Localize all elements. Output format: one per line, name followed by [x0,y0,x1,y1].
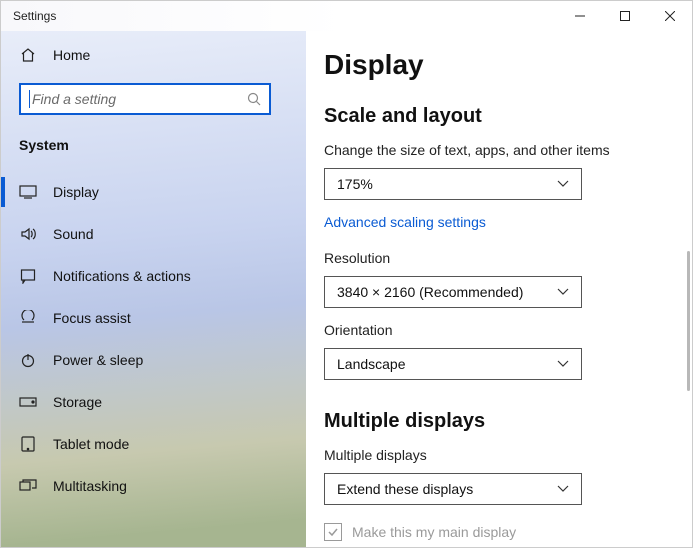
titlebar: Settings [1,1,692,31]
settings-window: Settings Home [0,0,693,548]
search-input[interactable] [19,83,271,115]
section-heading-scale: Scale and layout [324,105,664,128]
sidebar: Home System Display [1,31,306,547]
sidebar-item-label: Focus assist [53,310,131,326]
sidebar-item-label: Display [53,184,99,200]
main-display-checkbox [324,523,342,541]
sidebar-item-tablet-mode[interactable]: Tablet mode [1,423,306,465]
sidebar-item-power-sleep[interactable]: Power & sleep [1,339,306,381]
multitasking-icon [19,479,37,493]
sidebar-item-multitasking[interactable]: Multitasking [1,465,306,507]
main-display-checkbox-label: Make this my main display [352,524,516,540]
nav-home-label: Home [53,47,90,63]
sidebar-item-label: Storage [53,394,102,410]
home-icon [19,47,37,63]
text-size-label: Change the size of text, apps, and other… [324,142,664,158]
sidebar-item-label: Notifications & actions [53,268,191,284]
chevron-down-icon [557,180,569,188]
nav-home[interactable]: Home [1,35,306,75]
chevron-down-icon [557,288,569,296]
power-icon [19,352,37,368]
search-wrap [1,75,306,123]
sidebar-item-label: Multitasking [53,478,127,494]
page-title: Display [324,49,664,81]
orientation-select[interactable]: Landscape [324,348,582,380]
sidebar-item-display[interactable]: Display [1,171,306,213]
resolution-label: Resolution [324,250,664,266]
sidebar-item-notifications[interactable]: Notifications & actions [1,255,306,297]
advanced-scaling-link[interactable]: Advanced scaling settings [324,214,664,230]
text-size-value: 175% [337,176,373,192]
resolution-select[interactable]: 3840 × 2160 (Recommended) [324,276,582,308]
close-button[interactable] [647,1,692,31]
chevron-down-icon [557,360,569,368]
text-cursor [29,90,30,108]
orientation-label: Orientation [324,322,664,338]
multiple-displays-select[interactable]: Extend these displays [324,473,582,505]
display-icon [19,185,37,199]
multiple-displays-label: Multiple displays [324,447,664,463]
search-field[interactable] [32,91,247,107]
sound-icon [19,226,37,242]
sidebar-item-focus-assist[interactable]: Focus assist [1,297,306,339]
sidebar-item-label: Sound [53,226,93,242]
notifications-icon [19,268,37,284]
window-body: Home System Display [1,31,692,547]
main-display-checkbox-row: Make this my main display [324,523,664,541]
storage-icon [19,396,37,408]
sidebar-item-sound[interactable]: Sound [1,213,306,255]
resolution-value: 3840 × 2160 (Recommended) [337,284,523,300]
search-icon [247,92,261,106]
window-title: Settings [13,9,56,23]
sidebar-item-label: Tablet mode [53,436,129,452]
sidebar-item-storage[interactable]: Storage [1,381,306,423]
chevron-down-icon [557,485,569,493]
sidebar-section-label: System [1,123,306,171]
orientation-value: Landscape [337,356,406,372]
text-size-select[interactable]: 175% [324,168,582,200]
focus-assist-icon [19,310,37,326]
tablet-icon [19,436,37,452]
section-heading-multiple: Multiple displays [324,410,664,433]
minimize-button[interactable] [557,1,602,31]
multiple-displays-value: Extend these displays [337,481,473,497]
sidebar-item-label: Power & sleep [53,352,143,368]
window-controls [557,1,692,31]
content-pane: Display Scale and layout Change the size… [306,31,692,547]
maximize-button[interactable] [602,1,647,31]
scrollbar[interactable] [687,251,690,391]
